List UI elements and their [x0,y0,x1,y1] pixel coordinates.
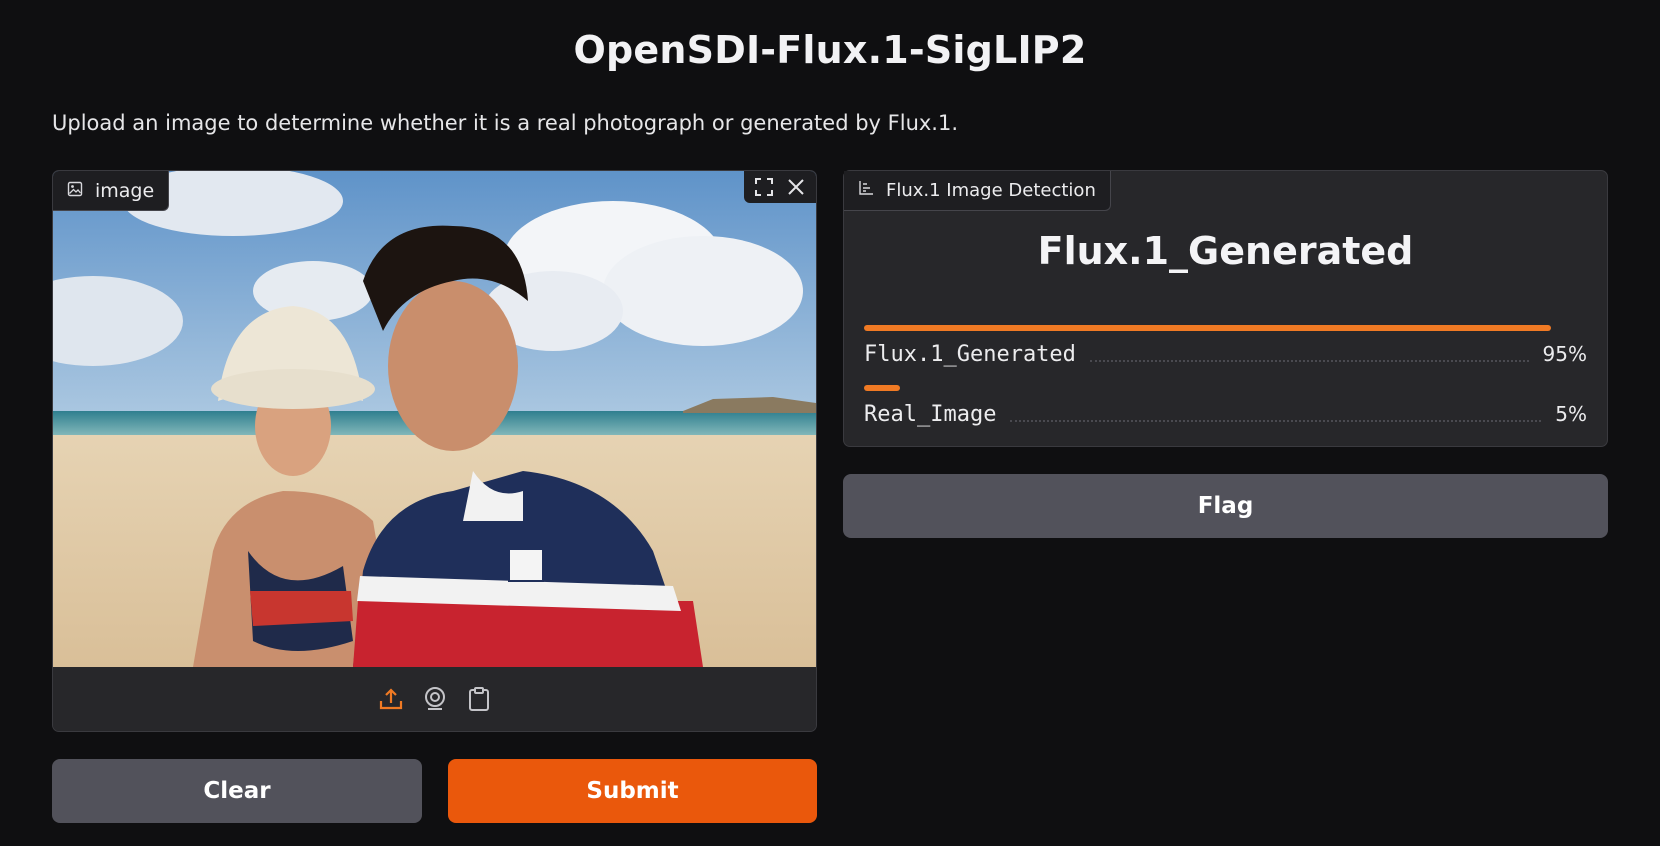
confidence-label: Flux.1_Generated [864,341,1076,367]
image-source-selector [53,667,816,731]
page-title: OpenSDI-Flux.1-SigLIP2 [573,28,1087,72]
confidence-label: Real_Image [864,401,997,427]
upload-icon[interactable] [377,685,405,713]
clear-button[interactable]: Clear [52,759,422,823]
beach-photo [53,171,816,667]
confidence-bar [864,385,1587,391]
flag-button[interactable]: Flag [843,474,1608,538]
image-input-label-text: image [95,179,155,202]
confidence-bar [864,325,1587,331]
result-label: Flux.1 Image Detection [844,171,1111,211]
webcam-icon[interactable] [421,685,449,713]
page-description: Upload an image to determine whether it … [52,111,959,135]
image-input-label: image [53,171,170,211]
leader-dots [1089,346,1529,362]
close-icon[interactable] [782,173,810,201]
image-input-panel: image [52,170,817,732]
result-label-text: Flux.1 Image Detection [886,180,1096,201]
confidence-value: 5% [1555,402,1587,426]
predicted-label: Flux.1_Generated [1037,229,1414,273]
submit-button[interactable]: Submit [448,759,817,823]
clipboard-icon[interactable] [465,685,493,713]
uploaded-image[interactable] [53,171,816,667]
bar-chart-icon [858,180,874,201]
detection-result-panel: Flux.1 Image Detection Flux.1_Generated … [843,170,1608,447]
image-toolbar [744,171,816,203]
leader-dots [1010,406,1542,422]
image-icon [67,180,83,202]
confidence-bar-fill [864,385,901,391]
confidence-value: 95% [1542,342,1587,366]
fullscreen-icon[interactable] [750,173,778,201]
confidence-bar-fill [864,325,1551,331]
